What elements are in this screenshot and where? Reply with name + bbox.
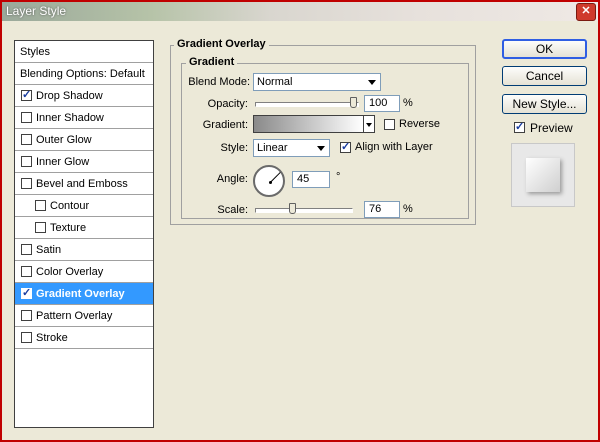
styles-header[interactable]: Styles [15, 41, 153, 63]
style-item-label: Gradient Overlay [36, 287, 125, 300]
scale-slider[interactable] [255, 208, 353, 213]
gradient-picker-arrow-icon[interactable] [364, 115, 375, 133]
gradient-label: Gradient: [202, 119, 248, 131]
style-item-drop-shadow[interactable]: Drop Shadow [15, 85, 153, 107]
style-item-outer-glow[interactable]: Outer Glow [15, 129, 153, 151]
blending-options-item[interactable]: Blending Options: Default [15, 63, 153, 85]
style-item-checkbox[interactable] [21, 88, 32, 101]
scale-slider-handle[interactable] [288, 203, 296, 214]
style-item-label: Outer Glow [36, 133, 92, 146]
style-item-contour[interactable]: Contour [15, 195, 153, 217]
preview-label: Preview [530, 121, 573, 135]
blend-mode-label: Blend Mode: [188, 76, 250, 88]
window-title: Layer Style [6, 4, 67, 18]
style-item-checkbox[interactable] [21, 156, 32, 167]
style-item-label: Inner Shadow [36, 111, 104, 124]
style-item-label: Bevel and Emboss [36, 177, 128, 190]
style-item-checkbox[interactable] [21, 310, 32, 321]
preview-checkbox[interactable] [514, 120, 525, 133]
dialog-body: Styles Blending Options: Default Drop Sh… [2, 21, 598, 440]
chevron-down-icon [368, 80, 376, 85]
style-preview-thumbnail [511, 143, 575, 207]
opacity-label: Opacity: [207, 98, 248, 110]
style-item-inner-glow[interactable]: Inner Glow [15, 151, 153, 173]
style-item-checkbox[interactable] [21, 178, 32, 189]
title-bar[interactable]: Layer Style ✕ [2, 2, 598, 21]
style-item-label: Texture [50, 221, 87, 234]
style-item-label: Contour [50, 199, 90, 212]
style-item-satin[interactable]: Satin [15, 239, 153, 261]
style-item-stroke[interactable]: Stroke [15, 327, 153, 349]
style-item-label: Pattern Overlay [36, 309, 113, 322]
style-item-label: Inner Glow [36, 155, 90, 168]
style-item-label: Color Overlay [36, 265, 104, 278]
angle-input[interactable]: 45 [292, 171, 330, 188]
opacity-slider[interactable] [255, 102, 359, 107]
new-style-button[interactable]: New Style... [502, 94, 587, 114]
opacity-slider-handle[interactable] [350, 97, 357, 108]
align-with-layer-label: Align with Layer [355, 141, 433, 153]
scale-input[interactable]: 76 [364, 201, 400, 218]
style-item-checkbox[interactable] [35, 200, 46, 211]
close-icon[interactable]: ✕ [576, 3, 596, 21]
chevron-down-icon [317, 146, 325, 151]
layer-style-dialog: Layer Style ✕ Styles Blending Options: D… [0, 0, 600, 442]
style-item-texture[interactable]: Texture [15, 217, 153, 239]
style-select[interactable]: Linear [253, 139, 330, 157]
style-item-checkbox[interactable] [21, 332, 32, 343]
style-label: Style: [220, 142, 248, 154]
style-item-inner-shadow[interactable]: Inner Shadow [15, 107, 153, 129]
ok-button[interactable]: OK [502, 39, 587, 59]
style-item-pattern-overlay[interactable]: Pattern Overlay [15, 305, 153, 327]
gradient-preview-swatch[interactable] [253, 115, 364, 133]
style-item-gradient-overlay[interactable]: Gradient Overlay [15, 283, 153, 305]
style-item-checkbox[interactable] [21, 266, 32, 277]
scale-unit: % [403, 203, 413, 215]
blend-mode-value: Normal [257, 76, 293, 88]
opacity-unit: % [403, 97, 413, 109]
blend-mode-select[interactable]: Normal [253, 73, 381, 91]
style-item-bevel-and-emboss[interactable]: Bevel and Emboss [15, 173, 153, 195]
style-item-checkbox[interactable] [21, 134, 32, 145]
gradient-subgroup-title: Gradient [186, 56, 238, 68]
style-item-checkbox[interactable] [21, 112, 32, 123]
blending-options-label: Blending Options: Default [20, 67, 145, 80]
style-item-checkbox[interactable] [35, 222, 46, 233]
style-item-label: Stroke [36, 331, 68, 344]
reverse-label: Reverse [399, 118, 440, 130]
style-value: Linear [257, 142, 288, 154]
style-item-label: Satin [36, 243, 62, 256]
angle-unit: ° [336, 171, 341, 183]
style-item-checkbox[interactable] [21, 286, 32, 299]
styles-list: Styles Blending Options: Default Drop Sh… [14, 40, 154, 428]
scale-label: Scale: [217, 204, 248, 216]
angle-dial[interactable] [253, 165, 285, 197]
gradient-overlay-title: Gradient Overlay [174, 38, 269, 50]
style-item-color-overlay[interactable]: Color Overlay [15, 261, 153, 283]
opacity-input[interactable]: 100 [364, 95, 400, 112]
angle-center-dot [269, 181, 272, 184]
style-item-checkbox[interactable] [21, 244, 32, 255]
styles-header-label: Styles [20, 45, 50, 58]
preview-swatch [526, 158, 560, 192]
align-with-layer-checkbox[interactable] [340, 140, 351, 153]
reverse-checkbox[interactable] [384, 119, 395, 130]
angle-label: Angle: [216, 173, 248, 185]
cancel-button[interactable]: Cancel [502, 66, 587, 86]
style-item-label: Drop Shadow [36, 89, 103, 102]
